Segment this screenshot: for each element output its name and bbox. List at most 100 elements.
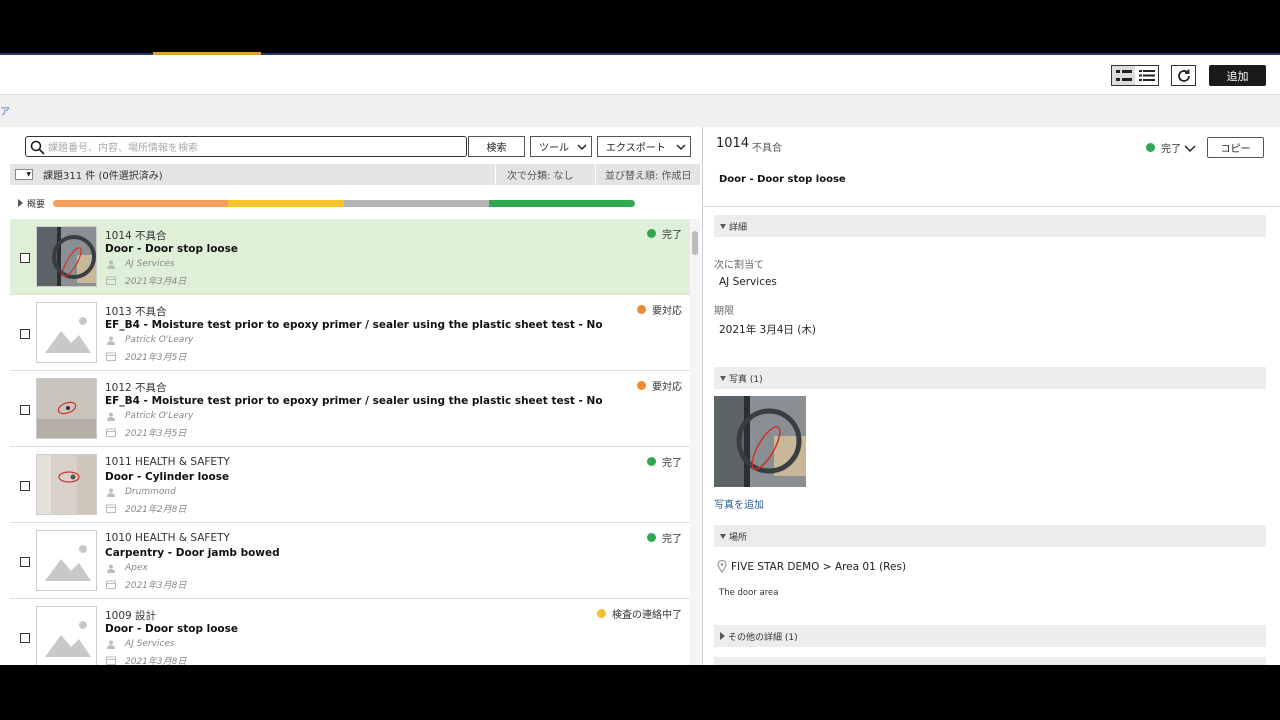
date-text: 2021年3月5日 bbox=[125, 353, 187, 363]
copy-button[interactable]: コピー bbox=[1207, 137, 1264, 158]
issue-thumbnail bbox=[36, 226, 97, 287]
issue-status: 検査の連絡中了 bbox=[597, 606, 682, 621]
split-view-icon bbox=[1115, 70, 1132, 81]
section-details-header[interactable]: 詳細 bbox=[714, 215, 1266, 237]
summary-row[interactable]: 概要 bbox=[10, 195, 700, 211]
list-view-button[interactable] bbox=[1135, 66, 1158, 85]
app-top-bar bbox=[0, 0, 1280, 55]
export-dropdown[interactable]: エクスポート bbox=[597, 136, 691, 157]
issue-status: 完了 bbox=[647, 530, 682, 545]
status-bar-segment-yellow bbox=[227, 200, 344, 207]
add-photo-link[interactable]: 写真を追加 bbox=[714, 496, 764, 511]
issue-detail-pane: 1014 不具合 Door - Door stop loose 完了 コピー 詳… bbox=[703, 127, 1280, 665]
location-description: The door area bbox=[719, 588, 779, 598]
collapse-triangle-icon bbox=[720, 223, 726, 229]
issue-row[interactable]: 1009 設計 Door - Door stop loose AJ Services… bbox=[10, 599, 690, 665]
section-other-header[interactable]: その他の詳細 (1) bbox=[714, 625, 1266, 647]
add-button[interactable]: 追加 bbox=[1209, 65, 1266, 86]
wall-photo-thumbnail bbox=[37, 379, 96, 438]
status-dot-icon bbox=[597, 609, 606, 618]
section-location-header[interactable]: 場所 bbox=[714, 525, 1266, 547]
date-text: 2021年3月5日 bbox=[125, 429, 187, 439]
image-placeholder-icon bbox=[37, 531, 96, 590]
refresh-icon bbox=[1177, 69, 1190, 82]
issue-status: 要対応 bbox=[637, 302, 682, 317]
section-next-header bbox=[714, 657, 1266, 665]
calendar-icon bbox=[106, 580, 116, 589]
due-value[interactable]: 2021年 3月4日 (木) bbox=[719, 322, 816, 337]
search-icon bbox=[30, 140, 45, 155]
calendar-icon bbox=[106, 428, 116, 437]
expand-triangle-icon bbox=[18, 199, 23, 207]
expand-triangle-icon bbox=[720, 632, 725, 640]
issue-title: Carpentry - Door jamb bowed bbox=[105, 547, 280, 559]
user-icon bbox=[107, 412, 115, 421]
location-row[interactable]: FIVE STAR DEMO > Area 01 (Res) bbox=[717, 560, 906, 573]
issue-number-type: 1010 HEALTH & SAFETY bbox=[105, 532, 230, 544]
group-by-dropdown[interactable]: 次で分類: なし bbox=[507, 167, 574, 182]
issue-date: 2021年3月8日 bbox=[106, 578, 186, 591]
issue-photo[interactable] bbox=[714, 396, 806, 487]
bottom-bar bbox=[0, 665, 1280, 720]
list-view-icon bbox=[1138, 70, 1155, 81]
status-bar-segment-orange bbox=[53, 200, 228, 207]
section-details-label: 詳細 bbox=[729, 222, 748, 233]
issue-row[interactable]: 1010 HEALTH & SAFETY Carpentry - Door jam… bbox=[10, 523, 690, 599]
issue-thumbnail bbox=[36, 454, 97, 515]
row-checkbox[interactable] bbox=[20, 329, 30, 339]
row-checkbox[interactable] bbox=[20, 633, 30, 643]
issue-title: EF_B4 - Moisture test prior to epoxy pri… bbox=[105, 319, 603, 331]
row-checkbox[interactable] bbox=[20, 557, 30, 567]
search-placeholder: 課題番号、内容、場所情報を検索 bbox=[48, 143, 198, 154]
lock-photo-thumbnail bbox=[37, 455, 96, 514]
door-photo-thumbnail bbox=[37, 227, 96, 286]
header-separator bbox=[595, 164, 596, 185]
search-input[interactable]: 課題番号、内容、場所情報を検索 bbox=[25, 136, 467, 157]
detail-status-label: 完了 bbox=[1161, 144, 1181, 155]
issue-list: 1014 不具合 Door - Door stop loose AJ Service… bbox=[10, 219, 690, 665]
issue-date: 2021年3月5日 bbox=[106, 350, 186, 363]
issue-date: 2021年3月8日 bbox=[106, 654, 186, 665]
search-button[interactable]: 検索 bbox=[468, 136, 525, 157]
assigned-value[interactable]: AJ Services bbox=[719, 276, 777, 288]
section-photos-label: 写真 (1) bbox=[729, 374, 763, 385]
issue-assignee: AJ Services bbox=[106, 259, 175, 269]
status-dot-icon bbox=[647, 533, 656, 542]
status-text: 要対応 bbox=[652, 382, 682, 393]
breadcrumb[interactable]: ア bbox=[0, 103, 10, 118]
issue-status: 完了 bbox=[647, 226, 682, 241]
issue-row[interactable]: 1012 不具合 EF_B4 - Moisture test prior to e… bbox=[10, 371, 690, 447]
assignee-text: Drummond bbox=[125, 487, 176, 497]
issue-title: EF_B4 - Moisture test prior to epoxy pri… bbox=[105, 395, 603, 407]
status-progress-bar bbox=[53, 200, 635, 207]
issue-thumbnail bbox=[36, 378, 97, 439]
sort-by-dropdown[interactable]: 並び替え順: 作成日 bbox=[605, 167, 692, 182]
issue-status: 要対応 bbox=[637, 378, 682, 393]
scrollbar-thumb[interactable] bbox=[692, 231, 698, 255]
section-photos-header[interactable]: 写真 (1) bbox=[714, 367, 1266, 389]
detail-status-dropdown[interactable]: 完了 bbox=[1146, 140, 1196, 155]
tools-dropdown[interactable]: ツール bbox=[530, 136, 592, 157]
export-label: エクスポート bbox=[606, 143, 666, 154]
select-all-checkbox[interactable]: ▼ bbox=[15, 169, 33, 180]
issue-assignee: Apex bbox=[106, 563, 148, 573]
row-checkbox[interactable] bbox=[20, 405, 30, 415]
issue-title: Door - Door stop loose bbox=[105, 243, 239, 255]
issue-number-type: 1011 HEALTH & SAFETY bbox=[105, 456, 230, 468]
status-dot-icon bbox=[647, 457, 656, 466]
issue-row[interactable]: 1011 HEALTH & SAFETY Door - Cylinder loos… bbox=[10, 447, 690, 523]
issue-row[interactable]: 1014 不具合 Door - Door stop loose AJ Service… bbox=[10, 219, 690, 295]
calendar-icon bbox=[106, 504, 116, 513]
issue-date: 2021年3月5日 bbox=[106, 426, 186, 439]
location-value: FIVE STAR DEMO > Area 01 (Res) bbox=[731, 560, 907, 573]
row-checkbox[interactable] bbox=[20, 253, 30, 263]
issue-row[interactable]: 1013 不具合 EF_B4 - Moisture test prior to e… bbox=[10, 295, 690, 371]
issue-thumbnail bbox=[36, 302, 97, 363]
split-view-button[interactable] bbox=[1112, 66, 1135, 85]
list-scrollbar[interactable] bbox=[690, 219, 700, 665]
tools-label: ツール bbox=[539, 143, 569, 154]
row-checkbox[interactable] bbox=[20, 481, 30, 491]
status-text: 完了 bbox=[662, 230, 682, 241]
refresh-button[interactable] bbox=[1171, 65, 1196, 86]
user-icon bbox=[107, 260, 115, 269]
